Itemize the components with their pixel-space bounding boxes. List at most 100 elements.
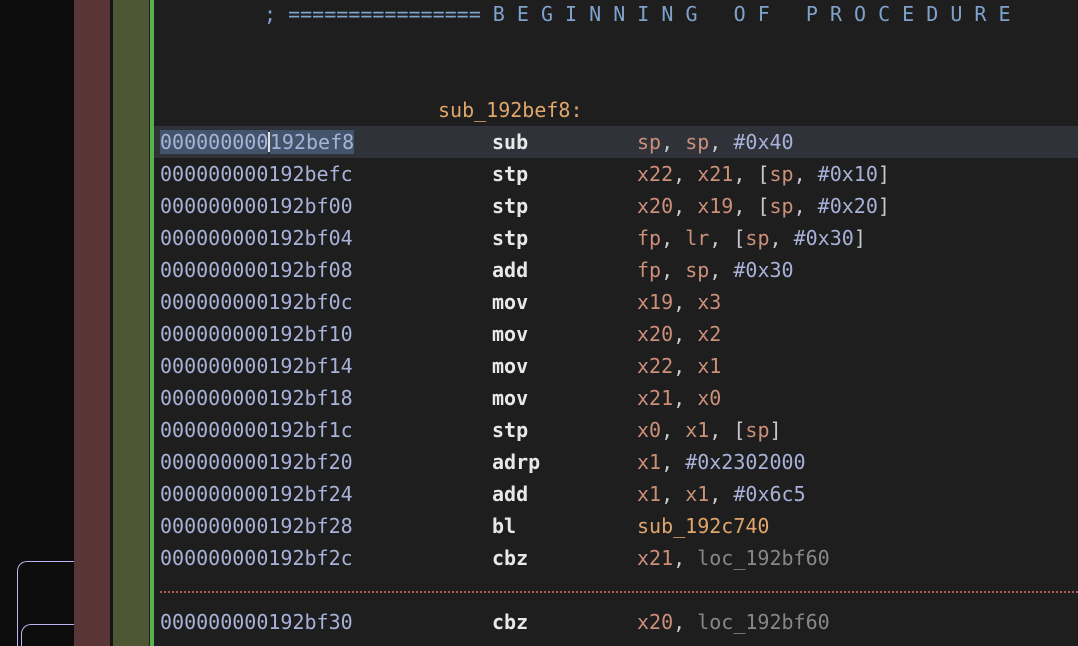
instruction-mnemonic[interactable]: stp [492, 414, 528, 446]
instruction-address[interactable]: 000000000192befc [160, 158, 353, 190]
operand-register[interactable]: x3 [697, 290, 721, 314]
operand-register[interactable]: x22 [637, 162, 673, 186]
instruction-row[interactable]: 000000000192bf20 adrp x1, #0x2302000 [154, 446, 1078, 478]
operand-register[interactable]: x2 [697, 322, 721, 346]
operand-location[interactable]: loc_192bf60 [697, 546, 829, 570]
operand-register[interactable]: x1 [685, 418, 709, 442]
operand-register[interactable]: x1 [637, 450, 661, 474]
operand-register[interactable]: x20 [637, 610, 673, 634]
operand-punctuation: , [661, 130, 686, 154]
instruction-row[interactable]: 000000000192bf1c stp x0, x1, [sp] [154, 414, 1078, 446]
instruction-mnemonic[interactable]: sub [492, 126, 528, 158]
operand-immediate: #0x20 [817, 194, 878, 218]
operand-register[interactable]: sp [685, 130, 709, 154]
operand-punctuation: , [709, 130, 734, 154]
instruction-address[interactable]: 000000000192bf0c [160, 286, 353, 318]
instruction-address[interactable]: 000000000192bf00 [160, 190, 353, 222]
instruction-operands: x22, x21, [sp, #0x10] [637, 158, 890, 190]
instruction-mnemonic[interactable]: stp [492, 222, 528, 254]
instruction-address[interactable]: 000000000192bf10 [160, 318, 353, 350]
instruction-mnemonic[interactable]: cbz [492, 542, 528, 574]
operand-punctuation: , [661, 258, 686, 282]
instruction-row[interactable]: 000000000192bf10 mov x20, x2 [154, 318, 1078, 350]
operand-register[interactable]: x22 [637, 354, 673, 378]
operand-register[interactable]: x20 [637, 194, 673, 218]
instruction-row[interactable]: 000000000192bf08 add fp, sp, #0x30 [154, 254, 1078, 286]
instruction-mnemonic[interactable]: stp [492, 190, 528, 222]
operand-register[interactable]: sp [745, 226, 769, 250]
instruction-mnemonic[interactable]: cbz [492, 606, 528, 638]
instruction-address[interactable]: 000000000192bf08 [160, 254, 353, 286]
instruction-address[interactable]: 000000000192bf2c [160, 542, 353, 574]
operand-immediate: #0x6c5 [733, 482, 806, 506]
operand-register[interactable]: x21 [637, 386, 673, 410]
operand-register[interactable]: x21 [697, 162, 733, 186]
branch-arrow-inner[interactable] [21, 624, 75, 646]
instruction-operands: x20, loc_192bf60 [637, 606, 830, 638]
instruction-mnemonic[interactable]: mov [492, 318, 528, 350]
instruction-address[interactable]: 000000000192bf1c [160, 414, 353, 446]
instruction-mnemonic[interactable]: mov [492, 286, 528, 318]
disassembly-listing[interactable]: ; ================ B E G I N N I N G O F… [154, 0, 1078, 646]
operand-register[interactable]: sp [769, 162, 793, 186]
operand-register[interactable]: x19 [697, 194, 733, 218]
instruction-address[interactable]: 000000000192bf18 [160, 382, 353, 414]
instruction-row[interactable]: 000000000192bef8 sub sp, sp, #0x40 [154, 126, 1078, 158]
instruction-row[interactable]: 000000000192bf00 stp x20, x19, [sp, #0x20] [154, 190, 1078, 222]
operand-symbol[interactable]: sub_192c740 [637, 514, 769, 538]
operand-register[interactable]: sp [637, 130, 661, 154]
operand-register[interactable]: x21 [637, 546, 673, 570]
procedure-label[interactable]: sub_192bef8: [438, 94, 583, 126]
instruction-mnemonic[interactable]: bl [492, 510, 516, 542]
operand-punctuation: , [709, 482, 734, 506]
instruction-row[interactable]: 000000000192bf24 add x1, x1, #0x6c5 [154, 478, 1078, 510]
instruction-row[interactable]: 000000000192bf14 mov x22, x1 [154, 350, 1078, 382]
operand-register[interactable]: x19 [637, 290, 673, 314]
instruction-mnemonic[interactable]: mov [492, 350, 528, 382]
instruction-operands: fp, sp, #0x30 [637, 254, 794, 286]
instruction-address[interactable]: 000000000192bf24 [160, 478, 353, 510]
instruction-address[interactable]: 000000000192bf20 [160, 446, 353, 478]
operand-punctuation: , [ [733, 194, 770, 218]
instruction-row[interactable]: 000000000192bf30 cbz x20, loc_192bf60 [154, 606, 1078, 638]
instruction-operands: x21, x0 [637, 382, 721, 414]
operand-punctuation: , [661, 418, 686, 442]
operand-register[interactable]: x1 [685, 482, 709, 506]
instruction-mnemonic[interactable]: mov [492, 382, 528, 414]
operand-register[interactable]: x1 [637, 482, 661, 506]
operand-register[interactable]: fp [637, 226, 661, 250]
instruction-row[interactable]: 000000000192bf2c cbz x21, loc_192bf60 [154, 542, 1078, 574]
operand-register[interactable]: lr [685, 226, 709, 250]
address-selection-rest: 192bef8 [269, 130, 355, 154]
operand-register[interactable]: sp [685, 258, 709, 282]
instruction-row[interactable]: 000000000192befc stp x22, x21, [sp, #0x10] [154, 158, 1078, 190]
instruction-address[interactable]: 000000000192bef8 [160, 126, 355, 158]
operand-punctuation: , [709, 258, 734, 282]
operand-punctuation: , [673, 354, 698, 378]
instruction-mnemonic[interactable]: adrp [492, 446, 540, 478]
instruction-mnemonic[interactable]: add [492, 478, 528, 510]
instruction-mnemonic[interactable]: add [492, 254, 528, 286]
instruction-row[interactable]: 000000000192bf0c mov x19, x3 [154, 286, 1078, 318]
operand-register[interactable]: sp [769, 194, 793, 218]
instruction-address[interactable]: 000000000192bf04 [160, 222, 353, 254]
operand-punctuation: , [661, 450, 686, 474]
branch-arrow-gutter [0, 0, 75, 646]
instruction-address[interactable]: 000000000192bf14 [160, 350, 353, 382]
instruction-row[interactable]: 000000000192bf04 stp fp, lr, [sp, #0x30] [154, 222, 1078, 254]
address-selection: 000000000 [160, 130, 269, 154]
operand-register[interactable]: x20 [637, 322, 673, 346]
operand-register[interactable]: x0 [697, 386, 721, 410]
instruction-row[interactable]: 000000000192bf28 bl sub_192c740 [154, 510, 1078, 542]
operand-register[interactable]: x0 [637, 418, 661, 442]
instruction-address[interactable]: 000000000192bf28 [160, 510, 353, 542]
instruction-address[interactable]: 000000000192bf30 [160, 606, 353, 638]
operand-location[interactable]: loc_192bf60 [697, 610, 829, 634]
operand-punctuation: , [673, 386, 698, 410]
instruction-row[interactable]: 000000000192bf18 mov x21, x0 [154, 382, 1078, 414]
operand-register[interactable]: x1 [697, 354, 721, 378]
comment-title: B E G I N N I N G O F P R O C E D U R E [480, 2, 1011, 26]
instruction-mnemonic[interactable]: stp [492, 158, 528, 190]
operand-register[interactable]: sp [745, 418, 769, 442]
operand-register[interactable]: fp [637, 258, 661, 282]
